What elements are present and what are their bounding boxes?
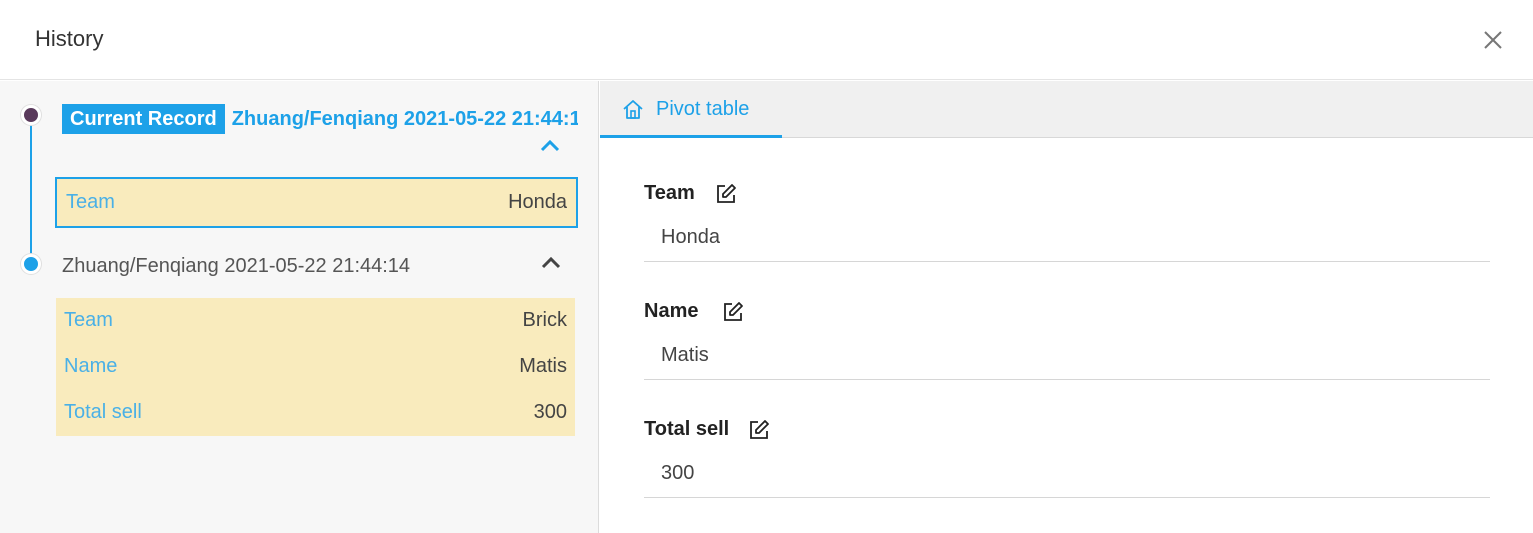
list-item[interactable]: Name Matis — [56, 344, 575, 390]
timeline-line — [30, 114, 32, 264]
dialog-title: History — [35, 26, 104, 51]
home-icon — [622, 99, 644, 121]
close-icon[interactable] — [1478, 25, 1508, 55]
history-dialog: History Current Record Zhuang/Fenqiang 20… — [0, 0, 1533, 533]
list-item[interactable]: Total sell 300 — [56, 390, 575, 436]
previous-changes-list: Team Brick Name Matis Total sell 300 — [56, 298, 575, 436]
change-field-name: Name — [64, 355, 118, 377]
timeline-dot-current — [21, 105, 41, 125]
current-record-author-time: Zhuang/Fenqiang 2021-05-22 21:44:14 — [231, 108, 578, 130]
list-item[interactable]: Team Brick — [56, 298, 575, 344]
field-label: Team — [644, 182, 695, 204]
change-field-value: Brick — [522, 309, 567, 331]
field-label: Total sell — [644, 418, 730, 440]
field-value: Matis — [661, 344, 709, 366]
edit-icon[interactable] — [748, 419, 770, 441]
tab-label: Pivot table — [656, 98, 750, 120]
history-timeline-pane[interactable]: Current Record Zhuang/Fenqiang 2021-05-22… — [0, 81, 599, 533]
previous-record-author-time[interactable]: Zhuang/Fenqiang 2021-05-22 21:44:14 — [62, 255, 410, 278]
change-field-value: 300 — [533, 401, 567, 423]
edit-icon[interactable] — [715, 183, 737, 205]
change-field-name: Team — [64, 309, 113, 331]
record-detail-pane: Pivot table Team Honda Name Matis Total … — [600, 81, 1533, 533]
current-record-badge: Current Record — [62, 104, 225, 134]
field-value: 300 — [661, 462, 695, 484]
field-total-sell: Total sell 300 — [644, 418, 1490, 528]
change-field-name: Total sell — [64, 401, 142, 423]
current-change-row[interactable]: Team Honda — [55, 177, 578, 228]
field-name: Name Matis — [644, 300, 1490, 410]
tab-pivot-table[interactable]: Pivot table — [600, 81, 782, 138]
change-field-name: Team — [66, 191, 115, 213]
team-field[interactable]: Honda — [644, 220, 1490, 262]
name-field[interactable]: Matis — [644, 338, 1490, 380]
change-field-value: Matis — [519, 355, 567, 377]
dialog-header: History — [0, 0, 1533, 80]
field-label: Name — [644, 300, 699, 322]
tab-bar: Pivot table — [600, 81, 1533, 138]
change-field-value: Honda — [508, 191, 567, 213]
field-team: Team Honda — [644, 182, 1490, 292]
edit-icon[interactable] — [722, 301, 744, 323]
current-record-header[interactable]: Current Record Zhuang/Fenqiang 2021-05-22… — [62, 104, 578, 134]
total-sell-field[interactable]: 300 — [644, 456, 1490, 498]
chevron-up-icon[interactable] — [539, 139, 561, 153]
field-value: Honda — [661, 226, 720, 248]
chevron-up-icon[interactable] — [540, 256, 562, 270]
timeline-dot-previous — [21, 254, 41, 274]
